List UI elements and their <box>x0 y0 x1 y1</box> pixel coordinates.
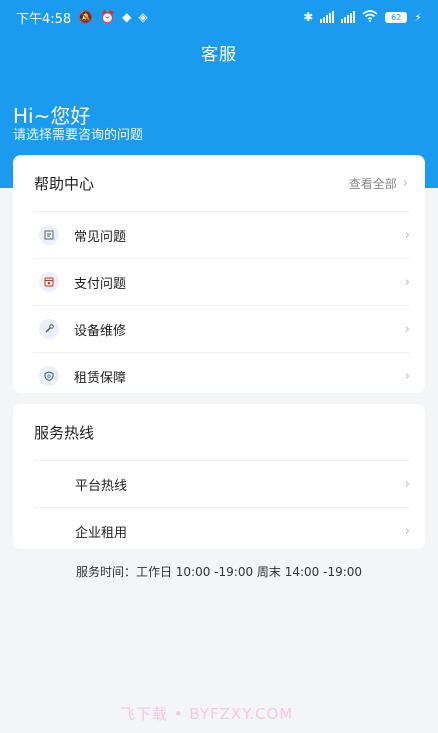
hotline-item-platform[interactable]: 平台热线 › <box>34 460 410 507</box>
watermark: 飞下载 • BYFZXY.COM <box>120 705 294 723</box>
view-all-label: 查看全部 <box>348 176 397 191</box>
chevron-right-icon: › <box>404 523 410 539</box>
chevron-right-icon: › <box>404 227 410 243</box>
help-item-label: 租赁保障 <box>74 370 127 386</box>
battery-level: 62 <box>391 12 402 22</box>
battery-icon: 62 <box>385 11 408 23</box>
signal-icon-2 <box>341 11 356 23</box>
view-all-link[interactable]: 查看全部 › <box>349 175 408 192</box>
page-title: 客服 <box>201 45 237 65</box>
service-hours: 服务时间：工作日 10:00 -19:00 周末 14:00 -19:00 <box>75 565 363 579</box>
alarm-icon: ⏰ <box>100 10 116 24</box>
status-time: 下午4:58 <box>16 11 72 27</box>
help-item-payment[interactable]: 支付问题 › <box>33 258 410 305</box>
app-notification-icon: ◆ <box>122 10 132 24</box>
payment-icon <box>39 272 59 292</box>
hotline-item-enterprise[interactable]: 企业租用 › <box>34 507 410 554</box>
chevron-right-icon: › <box>404 476 410 492</box>
help-item-label: 支付问题 <box>74 276 127 292</box>
hotline-title: 服务热线 <box>34 423 95 442</box>
help-center-header: 帮助中心 查看全部 › <box>13 155 425 211</box>
help-center-card: 帮助中心 查看全部 › 常见问题 › 支付问题 › 设备维修 › 租赁保障 › <box>13 155 425 393</box>
document-icon <box>39 225 59 245</box>
chevron-right-icon: › <box>404 368 410 384</box>
wifi-icon <box>362 10 378 24</box>
wrench-icon <box>39 319 59 339</box>
help-item-repair[interactable]: 设备维修 › <box>33 305 410 352</box>
help-item-lease-protection[interactable]: 租赁保障 › <box>33 352 410 399</box>
signal-icon <box>320 11 335 23</box>
help-item-faq[interactable]: 常见问题 › <box>33 211 410 258</box>
help-item-label: 常见问题 <box>74 229 127 245</box>
chevron-right-icon: › <box>404 274 410 290</box>
hotline-card: 服务热线 平台热线 › 企业租用 › <box>13 404 425 549</box>
chevron-right-icon: › <box>402 175 408 191</box>
app-notification-icon-2: ◈ <box>138 10 148 24</box>
status-bar: 下午4:58 🔕 ⏰ ◆ ◈ ✱ 62 ⚡ <box>0 0 438 34</box>
hotline-item-label: 企业租用 <box>75 525 128 541</box>
mute-icon: 🔕 <box>78 10 94 24</box>
charging-icon: ⚡ <box>414 10 422 24</box>
greeting-subtitle: 请选择需要咨询的问题 <box>13 128 144 143</box>
help-item-label: 设备维修 <box>74 323 127 339</box>
bluetooth-icon: ✱ <box>303 10 314 24</box>
hotline-header: 服务热线 <box>13 404 425 460</box>
shield-icon <box>39 366 59 386</box>
hotline-item-label: 平台热线 <box>75 478 128 494</box>
chevron-right-icon: › <box>404 321 410 337</box>
help-center-title: 帮助中心 <box>34 174 95 193</box>
